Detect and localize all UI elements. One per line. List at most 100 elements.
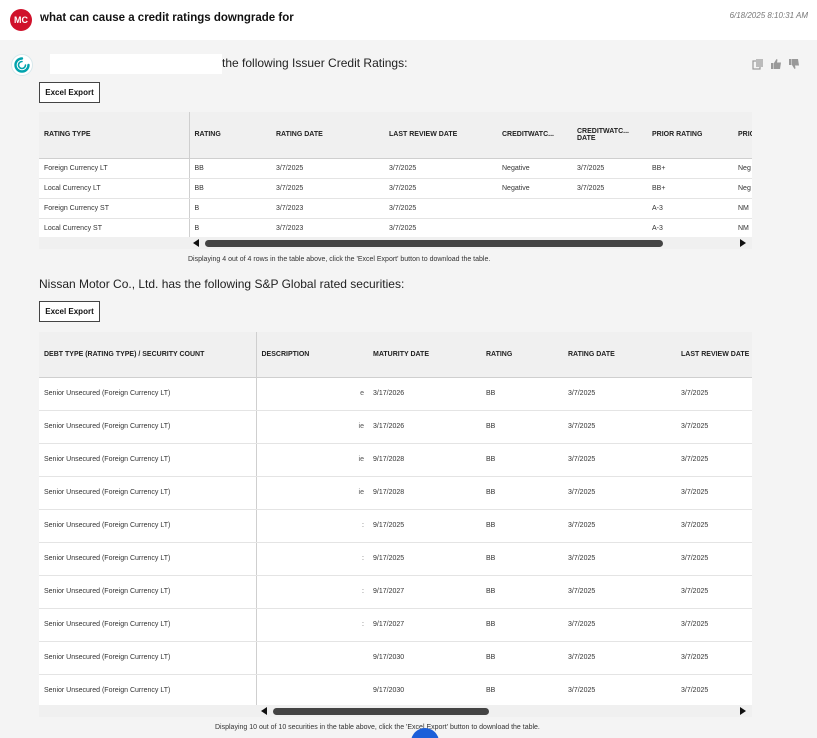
table-cell: 3/7/2025 (676, 509, 752, 543)
securities-header-row: DEBT TYPE (RATING TYPE) / SECURITY COUNT… (39, 332, 752, 378)
table-cell: 3/7/2025 (676, 575, 752, 609)
thumbs-up-icon[interactable] (770, 58, 782, 70)
securities-table-scrollbar[interactable] (39, 705, 752, 717)
table-cell: BB (189, 178, 271, 199)
table-cell: 9/17/2030 (368, 674, 481, 707)
message-timestamp: 6/18/2025 8:10:31 AM (729, 11, 808, 20)
table-cell (572, 218, 647, 239)
col-header: CREDITWATC... DATE (572, 112, 647, 159)
assistant-response: the following Issuer Credit Ratings: Exc… (0, 44, 817, 738)
table-cell: 3/17/2026 (368, 377, 481, 411)
description-cell: : (256, 542, 368, 576)
table-cell: Negative (497, 158, 572, 179)
table-cell: BB (481, 509, 563, 543)
table-cell: 3/7/2025 (563, 674, 676, 707)
table-cell: BB (481, 575, 563, 609)
col-header: PRIC CRE (733, 112, 752, 159)
table-cell: Negative (497, 178, 572, 199)
table-cell: Senior Unsecured (Foreign Currency LT) (39, 575, 257, 609)
col-header: PRIOR RATING (647, 112, 733, 159)
table-row: Senior Unsecured (Foreign Currency LT) 9… (39, 641, 752, 675)
description-cell (256, 674, 368, 707)
table-cell: 9/17/2030 (368, 641, 481, 675)
col-header: DESCRIPTION (256, 332, 368, 378)
table-cell: BB (481, 476, 563, 510)
table-cell: 3/7/2025 (563, 608, 676, 642)
table-cell: 3/7/2025 (676, 674, 752, 707)
table-cell: 9/17/2025 (368, 509, 481, 543)
table-cell: Senior Unsecured (Foreign Currency LT) (39, 608, 257, 642)
col-header: RATING (481, 332, 563, 378)
col-header: LAST REVIEW DATE (384, 112, 497, 159)
table-cell: 3/7/2025 (563, 575, 676, 609)
table-cell: Senior Unsecured (Foreign Currency LT) (39, 641, 257, 675)
scroll-left-icon[interactable] (193, 239, 199, 247)
copy-icon[interactable] (752, 58, 764, 70)
ratings-table-scrollbar[interactable] (39, 237, 752, 249)
excel-export-button-ratings[interactable]: Excel Export (39, 82, 100, 103)
table-cell: 3/7/2025 (563, 542, 676, 576)
user-avatar: MC (10, 9, 32, 31)
table-row: Foreign Currency LT BB 3/7/2025 3/7/2025… (39, 158, 752, 179)
table-row: Senior Unsecured (Foreign Currency LT) :… (39, 608, 752, 642)
table-row: Senior Unsecured (Foreign Currency LT) i… (39, 476, 752, 510)
table-cell: 3/7/2025 (572, 178, 647, 199)
table-cell: 3/7/2025 (563, 377, 676, 411)
table-cell: Senior Unsecured (Foreign Currency LT) (39, 443, 257, 477)
table-row: Local Currency LT BB 3/7/2025 3/7/2025 N… (39, 178, 752, 199)
table-row: Senior Unsecured (Foreign Currency LT) :… (39, 509, 752, 543)
table-cell: Senior Unsecured (Foreign Currency LT) (39, 410, 257, 444)
description-cell: ie (256, 476, 368, 510)
table-cell: BB (481, 377, 563, 411)
table-cell (572, 198, 647, 219)
table-cell: 3/7/2025 (676, 377, 752, 411)
thumbs-down-icon[interactable] (788, 58, 800, 70)
table-cell: 3/7/2025 (676, 542, 752, 576)
scroll-right-icon[interactable] (740, 707, 746, 715)
table-cell: 3/7/2025 (676, 608, 752, 642)
ratings-table-caption: Displaying 4 out of 4 rows in the table … (188, 256, 491, 263)
table-cell (497, 218, 572, 239)
issuer-ratings-table: RATING TYPE RATING RATING DATE LAST REVI… (39, 112, 752, 239)
table-cell: NM (733, 198, 752, 219)
scroll-right-icon[interactable] (740, 239, 746, 247)
table-cell: 3/7/2025 (563, 410, 676, 444)
table-cell: A-3 (647, 218, 733, 239)
table-cell: 3/7/2023 (271, 198, 384, 219)
table-cell: 3/7/2025 (676, 476, 752, 510)
scroll-thumb[interactable] (273, 708, 489, 715)
description-cell: : (256, 608, 368, 642)
table-cell: Senior Unsecured (Foreign Currency LT) (39, 377, 257, 411)
col-header: CREDITWATC... (497, 112, 572, 159)
table-cell: 3/7/2025 (563, 443, 676, 477)
securities-title: Nissan Motor Co., Ltd. has the following… (39, 277, 405, 291)
table-cell: Local Currency ST (39, 218, 190, 239)
table-row: Senior Unsecured (Foreign Currency LT) i… (39, 443, 752, 477)
table-row: Senior Unsecured (Foreign Currency LT) e… (39, 377, 752, 411)
logo-icon (11, 54, 33, 76)
table-cell: 3/7/2025 (563, 509, 676, 543)
table-cell: 3/7/2025 (384, 158, 497, 179)
table-cell: BB (481, 641, 563, 675)
table-cell: 3/7/2025 (676, 410, 752, 444)
table-row: Foreign Currency ST B 3/7/2023 3/7/2025 … (39, 198, 752, 219)
table-cell: BB+ (647, 178, 733, 199)
col-header: MATURITY DATE (368, 332, 481, 378)
table-row: Senior Unsecured (Foreign Currency LT) :… (39, 542, 752, 576)
table-cell: 3/7/2025 (676, 443, 752, 477)
table-cell: BB (481, 542, 563, 576)
col-header: LAST REVIEW DATE (676, 332, 752, 378)
table-cell: 3/7/2025 (384, 218, 497, 239)
scroll-left-icon[interactable] (261, 707, 267, 715)
table-cell: 9/17/2028 (368, 443, 481, 477)
col-header: RATING DATE (271, 112, 384, 159)
excel-export-button-securities[interactable]: Excel Export (39, 301, 100, 322)
description-cell: : (256, 509, 368, 543)
securities-table-caption: Displaying 10 out of 10 securities in th… (215, 724, 540, 731)
table-cell: Senior Unsecured (Foreign Currency LT) (39, 509, 257, 543)
scroll-thumb[interactable] (205, 240, 663, 247)
table-row: Local Currency ST B 3/7/2023 3/7/2025 A-… (39, 218, 752, 239)
table-cell: Senior Unsecured (Foreign Currency LT) (39, 476, 257, 510)
table-cell: Foreign Currency LT (39, 158, 190, 179)
table-cell: 3/7/2025 (572, 158, 647, 179)
